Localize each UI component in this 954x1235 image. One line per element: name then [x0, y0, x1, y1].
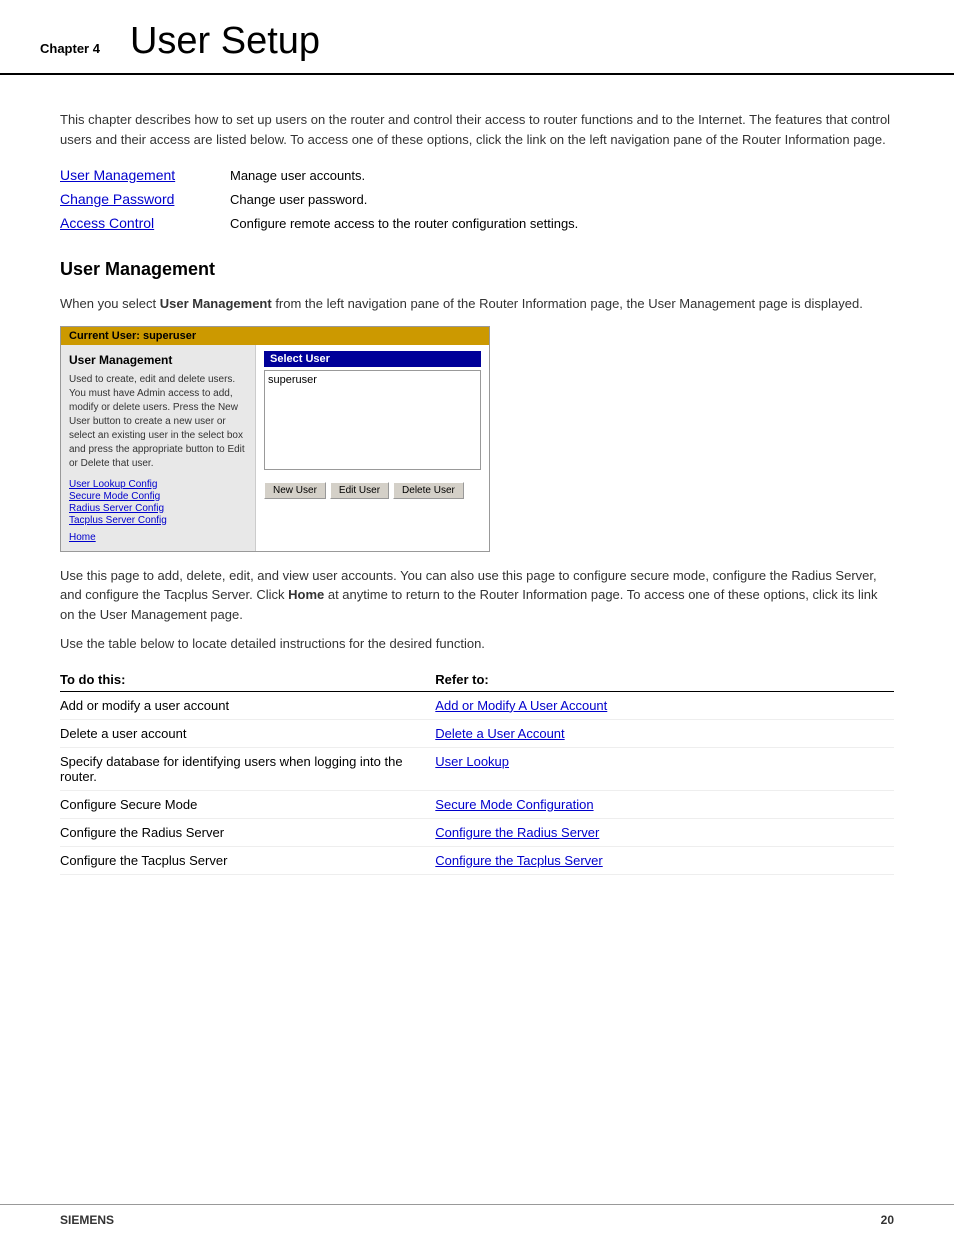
screenshot-link-tacplus[interactable]: Tacplus Server Config: [69, 515, 247, 526]
table-row: Configure the Radius ServerConfigure the…: [60, 818, 894, 846]
change-password-link[interactable]: Change Password: [60, 191, 174, 207]
user-management-para1: When you select User Management from the…: [60, 294, 894, 314]
screenshot-link-user-lookup[interactable]: User Lookup Config: [69, 479, 247, 490]
ref-link-3[interactable]: Secure Mode Configuration: [435, 797, 593, 812]
table-cell-task: Configure the Radius Server: [60, 818, 435, 846]
desc-access-control: Configure remote access to the router co…: [230, 215, 578, 231]
table-row: Configure Secure ModeSecure Mode Configu…: [60, 790, 894, 818]
table-row: Configure the Tacplus ServerConfigure th…: [60, 846, 894, 874]
desc-user-management: Manage user accounts.: [230, 167, 365, 183]
table-cell-ref[interactable]: Add or Modify A User Account: [435, 691, 894, 719]
table-cell-task: Add or modify a user account: [60, 691, 435, 719]
chapter-label: Chapter 4: [40, 41, 100, 56]
screenshot-left-links: User Lookup Config Secure Mode Config Ra…: [69, 479, 247, 526]
link-cell-user-management: User Management: [60, 167, 230, 183]
table-cell-task: Configure the Tacplus Server: [60, 846, 435, 874]
link-cell-change-password: Change Password: [60, 191, 230, 207]
screenshot-left-title: User Management: [69, 353, 247, 367]
footer-page-number: 20: [881, 1213, 894, 1227]
select-user-item-superuser[interactable]: superuser: [268, 374, 477, 386]
table-cell-ref[interactable]: Delete a User Account: [435, 719, 894, 747]
table-col1-header: To do this:: [60, 668, 435, 692]
screenshot-right-panel: Select User superuser New User Edit User…: [256, 345, 489, 551]
page-footer: SIEMENS 20: [0, 1204, 954, 1235]
table-cell-task: Configure Secure Mode: [60, 790, 435, 818]
reference-table: To do this: Refer to: Add or modify a us…: [60, 668, 894, 875]
link-row-change-password: Change Password Change user password.: [60, 191, 894, 207]
screenshot-buttons: New User Edit User Delete User: [264, 478, 481, 505]
desc-change-password: Change user password.: [230, 191, 367, 207]
page-wrapper: Chapter 4 User Setup This chapter descri…: [0, 0, 954, 1235]
link-row-access-control: Access Control Configure remote access t…: [60, 215, 894, 231]
link-row-user-management: User Management Manage user accounts.: [60, 167, 894, 183]
quick-links-table: User Management Manage user accounts. Ch…: [60, 167, 894, 231]
main-content: This chapter describes how to set up use…: [0, 75, 954, 1204]
table-cell-task: Specify database for identifying users w…: [60, 747, 435, 790]
ref-link-4[interactable]: Configure the Radius Server: [435, 825, 599, 840]
screenshot-titlebar: Current User: superuser: [61, 327, 489, 345]
ref-link-0[interactable]: Add or Modify A User Account: [435, 698, 607, 713]
new-user-button[interactable]: New User: [264, 482, 326, 499]
user-management-link[interactable]: User Management: [60, 167, 175, 183]
footer-brand: SIEMENS: [60, 1213, 114, 1227]
table-col2-header: Refer to:: [435, 668, 894, 692]
ref-link-1[interactable]: Delete a User Account: [435, 726, 564, 741]
chapter-header: Chapter 4 User Setup: [0, 0, 954, 75]
user-management-para2: Use this page to add, delete, edit, and …: [60, 566, 894, 625]
screenshot-link-radius[interactable]: Radius Server Config: [69, 503, 247, 514]
user-management-heading: User Management: [60, 259, 894, 280]
table-cell-ref[interactable]: Secure Mode Configuration: [435, 790, 894, 818]
screenshot-link-secure-mode[interactable]: Secure Mode Config: [69, 491, 247, 502]
screenshot-inner: User Management Used to create, edit and…: [61, 345, 489, 551]
delete-user-button[interactable]: Delete User: [393, 482, 464, 499]
screenshot-box: Current User: superuser User Management …: [60, 326, 490, 552]
table-cell-ref[interactable]: Configure the Radius Server: [435, 818, 894, 846]
table-cell-ref[interactable]: Configure the Tacplus Server: [435, 846, 894, 874]
ref-link-5[interactable]: Configure the Tacplus Server: [435, 853, 602, 868]
table-row: Delete a user accountDelete a User Accou…: [60, 719, 894, 747]
edit-user-button[interactable]: Edit User: [330, 482, 389, 499]
select-user-box[interactable]: superuser: [264, 370, 481, 470]
intro-paragraph: This chapter describes how to set up use…: [60, 110, 894, 149]
table-cell-ref[interactable]: User Lookup: [435, 747, 894, 790]
chapter-title: User Setup: [130, 20, 320, 63]
table-cell-task: Delete a user account: [60, 719, 435, 747]
screenshot-home-link[interactable]: Home: [69, 532, 247, 543]
table-row: Add or modify a user accountAdd or Modif…: [60, 691, 894, 719]
link-cell-access-control: Access Control: [60, 215, 230, 231]
screenshot-left-panel: User Management Used to create, edit and…: [61, 345, 256, 551]
table-row: Specify database for identifying users w…: [60, 747, 894, 790]
user-management-section: User Management When you select User Man…: [60, 259, 894, 875]
access-control-link[interactable]: Access Control: [60, 215, 154, 231]
user-management-para3: Use the table below to locate detailed i…: [60, 634, 894, 654]
screenshot-left-text: Used to create, edit and delete users. Y…: [69, 373, 247, 471]
select-user-label: Select User: [264, 351, 481, 367]
ref-link-2[interactable]: User Lookup: [435, 754, 509, 769]
